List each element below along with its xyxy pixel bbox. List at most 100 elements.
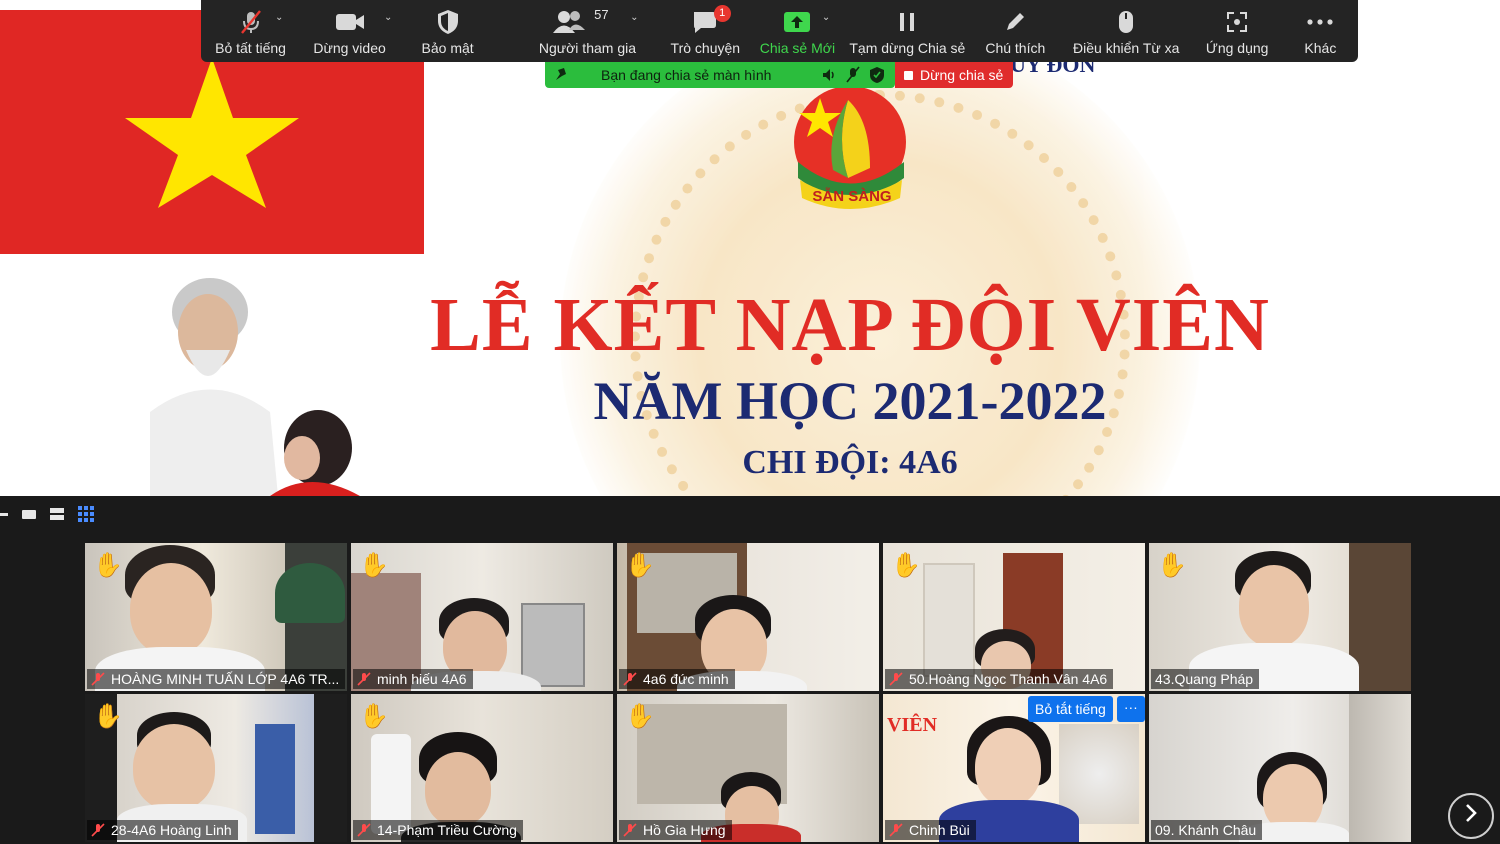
participant-name-label: minh hiếu 4A6	[353, 669, 473, 689]
raised-hand-icon: ✋	[891, 552, 921, 579]
badge-text: SẴN SÀNG	[812, 188, 891, 205]
participant-name-label: 14-Phạm Triều Cường	[353, 820, 523, 840]
toolbar-label: Điều khiển Từ xa	[1073, 40, 1180, 56]
toolbar-label: Ứng dụng	[1205, 40, 1269, 56]
minimize-view-icon[interactable]	[0, 512, 8, 516]
stop-square-icon	[904, 70, 913, 80]
pause-share-button[interactable]: Tạm dừng Chia sẻ	[845, 0, 970, 62]
participant-tile[interactable]: ✋ HOÀNG MINH TUẤN LỚP 4A6 TR...	[85, 543, 347, 691]
toolbar-label: Khác	[1304, 40, 1337, 56]
sharing-status-text: Bạn đang chia sẻ màn hình	[601, 67, 772, 83]
next-page-button[interactable]	[1448, 793, 1494, 839]
participant-name: 43.Quang Pháp	[1155, 671, 1254, 687]
chevron-right-icon	[1464, 803, 1478, 829]
toolbar-label: Bảo mật	[421, 40, 474, 56]
chat-button[interactable]: 1 Trò chuyện	[661, 0, 750, 62]
raised-hand-icon: ✋	[93, 703, 123, 730]
participant-tile[interactable]: ✋ 14-Phạm Triều Cường	[351, 694, 613, 842]
mute-all-button[interactable]: ⌄ Bỏ tất tiếng	[201, 0, 300, 62]
participant-name: 50.Hoàng Ngọc Thanh Vân 4A6	[909, 671, 1108, 687]
raised-hand-icon: ✋	[625, 703, 655, 730]
annotate-button[interactable]: Chú thích	[970, 0, 1061, 62]
apps-icon	[1225, 8, 1249, 36]
participant-name-label: 50.Hoàng Ngọc Thanh Vân 4A6	[885, 669, 1114, 689]
mic-muted-icon	[238, 8, 264, 36]
remote-control-button[interactable]: Điều khiển Từ xa	[1061, 0, 1192, 62]
more-button[interactable]: Khác	[1283, 0, 1358, 62]
shield-icon	[437, 8, 459, 36]
share-screen-icon	[783, 8, 811, 36]
apps-button[interactable]: Ứng dụng	[1192, 0, 1283, 62]
participant-name: Chinh Bùi	[909, 822, 970, 838]
security-button[interactable]: Bảo mật	[399, 0, 496, 62]
participant-name: 09. Khánh Châu	[1155, 822, 1257, 838]
participant-name-label: Chinh Bùi	[885, 820, 976, 840]
pioneer-badge-logo: SẴN SÀNG	[778, 80, 926, 214]
stop-share-button[interactable]: Dừng chia sẻ	[895, 62, 1013, 88]
participant-name-label: 28-4A6 Hoàng Linh	[87, 820, 238, 840]
raised-hand-icon: ✋	[93, 552, 123, 579]
mic-muted-icon	[91, 672, 105, 686]
pause-icon	[897, 8, 917, 36]
mic-muted-icon	[91, 823, 105, 837]
mic-muted-icon	[623, 823, 637, 837]
tile-hover-controls: Bỏ tắt tiếng ···	[1028, 696, 1145, 722]
participant-name: 28-4A6 Hoàng Linh	[111, 822, 232, 838]
stop-video-button[interactable]: ⌄ Dừng video	[300, 0, 399, 62]
mic-muted-icon	[889, 823, 903, 837]
participant-name: minh hiếu 4A6	[377, 671, 467, 687]
participant-name-label: 09. Khánh Châu	[1151, 820, 1263, 840]
toolbar-label: Chú thích	[985, 40, 1046, 56]
tile-more-button[interactable]: ···	[1116, 696, 1145, 722]
pencil-icon	[1003, 8, 1027, 36]
new-share-button[interactable]: ⌄ Chia sẻ Mới	[750, 0, 845, 62]
participant-name: Hồ Gia Hưng	[643, 822, 726, 838]
toolbar-label: Bỏ tất tiếng	[215, 40, 286, 56]
participant-tile-active-speaker[interactable]: 09. Khánh Châu	[1149, 694, 1411, 842]
mic-muted-icon	[889, 672, 903, 686]
stop-share-label: Dừng chia sẻ	[920, 67, 1004, 83]
raised-hand-icon: ✋	[625, 552, 655, 579]
mic-muted-icon	[357, 823, 371, 837]
participants-icon	[553, 8, 586, 36]
mic-muted-icon	[623, 672, 637, 686]
strip-view-icon[interactable]	[50, 508, 64, 520]
speaker-view-icon[interactable]	[22, 509, 36, 519]
participant-name: HOÀNG MINH TUẤN LỚP 4A6 TR...	[111, 671, 340, 687]
participant-name-label: Hồ Gia Hưng	[619, 820, 732, 840]
slide-title: LỄ KẾT NẠP ĐỘI VIÊN	[430, 283, 1270, 367]
participant-tile[interactable]: ✋ Hồ Gia Hưng	[617, 694, 879, 842]
raised-hand-icon: ✋	[1157, 552, 1187, 579]
mouse-icon	[1117, 8, 1135, 36]
unmute-button[interactable]: Bỏ tắt tiếng	[1028, 696, 1113, 722]
raised-hand-icon: ✋	[359, 552, 389, 579]
chevron-down-icon[interactable]: ⌄	[275, 12, 283, 23]
slide-subtitle: NĂM HỌC 2021-2022	[593, 371, 1107, 431]
participants-button[interactable]: 57 ⌄ Người tham gia	[514, 0, 661, 62]
mic-muted-icon	[357, 672, 371, 686]
participant-tile[interactable]: ✋ 28-4A6 Hoàng Linh	[85, 694, 347, 842]
chevron-down-icon[interactable]: ⌄	[822, 12, 830, 23]
toolbar-label: Chia sẻ Mới	[759, 40, 836, 56]
participant-tile[interactable]: ✋ 4a6 đức minh	[617, 543, 879, 691]
view-switcher	[0, 504, 94, 524]
pin-icon[interactable]	[553, 65, 569, 86]
raised-hand-icon: ✋	[359, 703, 389, 730]
toolbar-label: Trò chuyện	[670, 40, 741, 56]
participant-tile[interactable]: ✋ minh hiếu 4A6	[351, 543, 613, 691]
participant-name: 4a6 đức minh	[643, 671, 729, 687]
chat-unread-badge: 1	[713, 5, 731, 22]
speaker-icon[interactable]	[821, 67, 837, 86]
sharing-status-bar: Bạn đang chia sẻ màn hình	[545, 62, 895, 88]
participant-name-label: 4a6 đức minh	[619, 669, 735, 689]
slide-unit: CHI ĐỘI: 4A6	[742, 444, 958, 481]
security-shield-icon[interactable]	[869, 66, 885, 87]
more-dots-icon	[1307, 8, 1333, 36]
meeting-toolbar: ⌄ Bỏ tất tiếng ⌄ Dừng video Bảo mật 57 ⌄…	[201, 0, 1358, 62]
chevron-down-icon[interactable]: ⌄	[384, 12, 392, 23]
chevron-down-icon[interactable]: ⌄	[630, 12, 638, 23]
mic-muted-icon[interactable]	[845, 66, 861, 87]
participant-tile[interactable]: ✋ 50.Hoàng Ngọc Thanh Vân 4A6	[883, 543, 1145, 691]
gallery-view-icon[interactable]	[78, 506, 94, 522]
participant-tile[interactable]: ✋ 43.Quang Pháp	[1149, 543, 1411, 691]
